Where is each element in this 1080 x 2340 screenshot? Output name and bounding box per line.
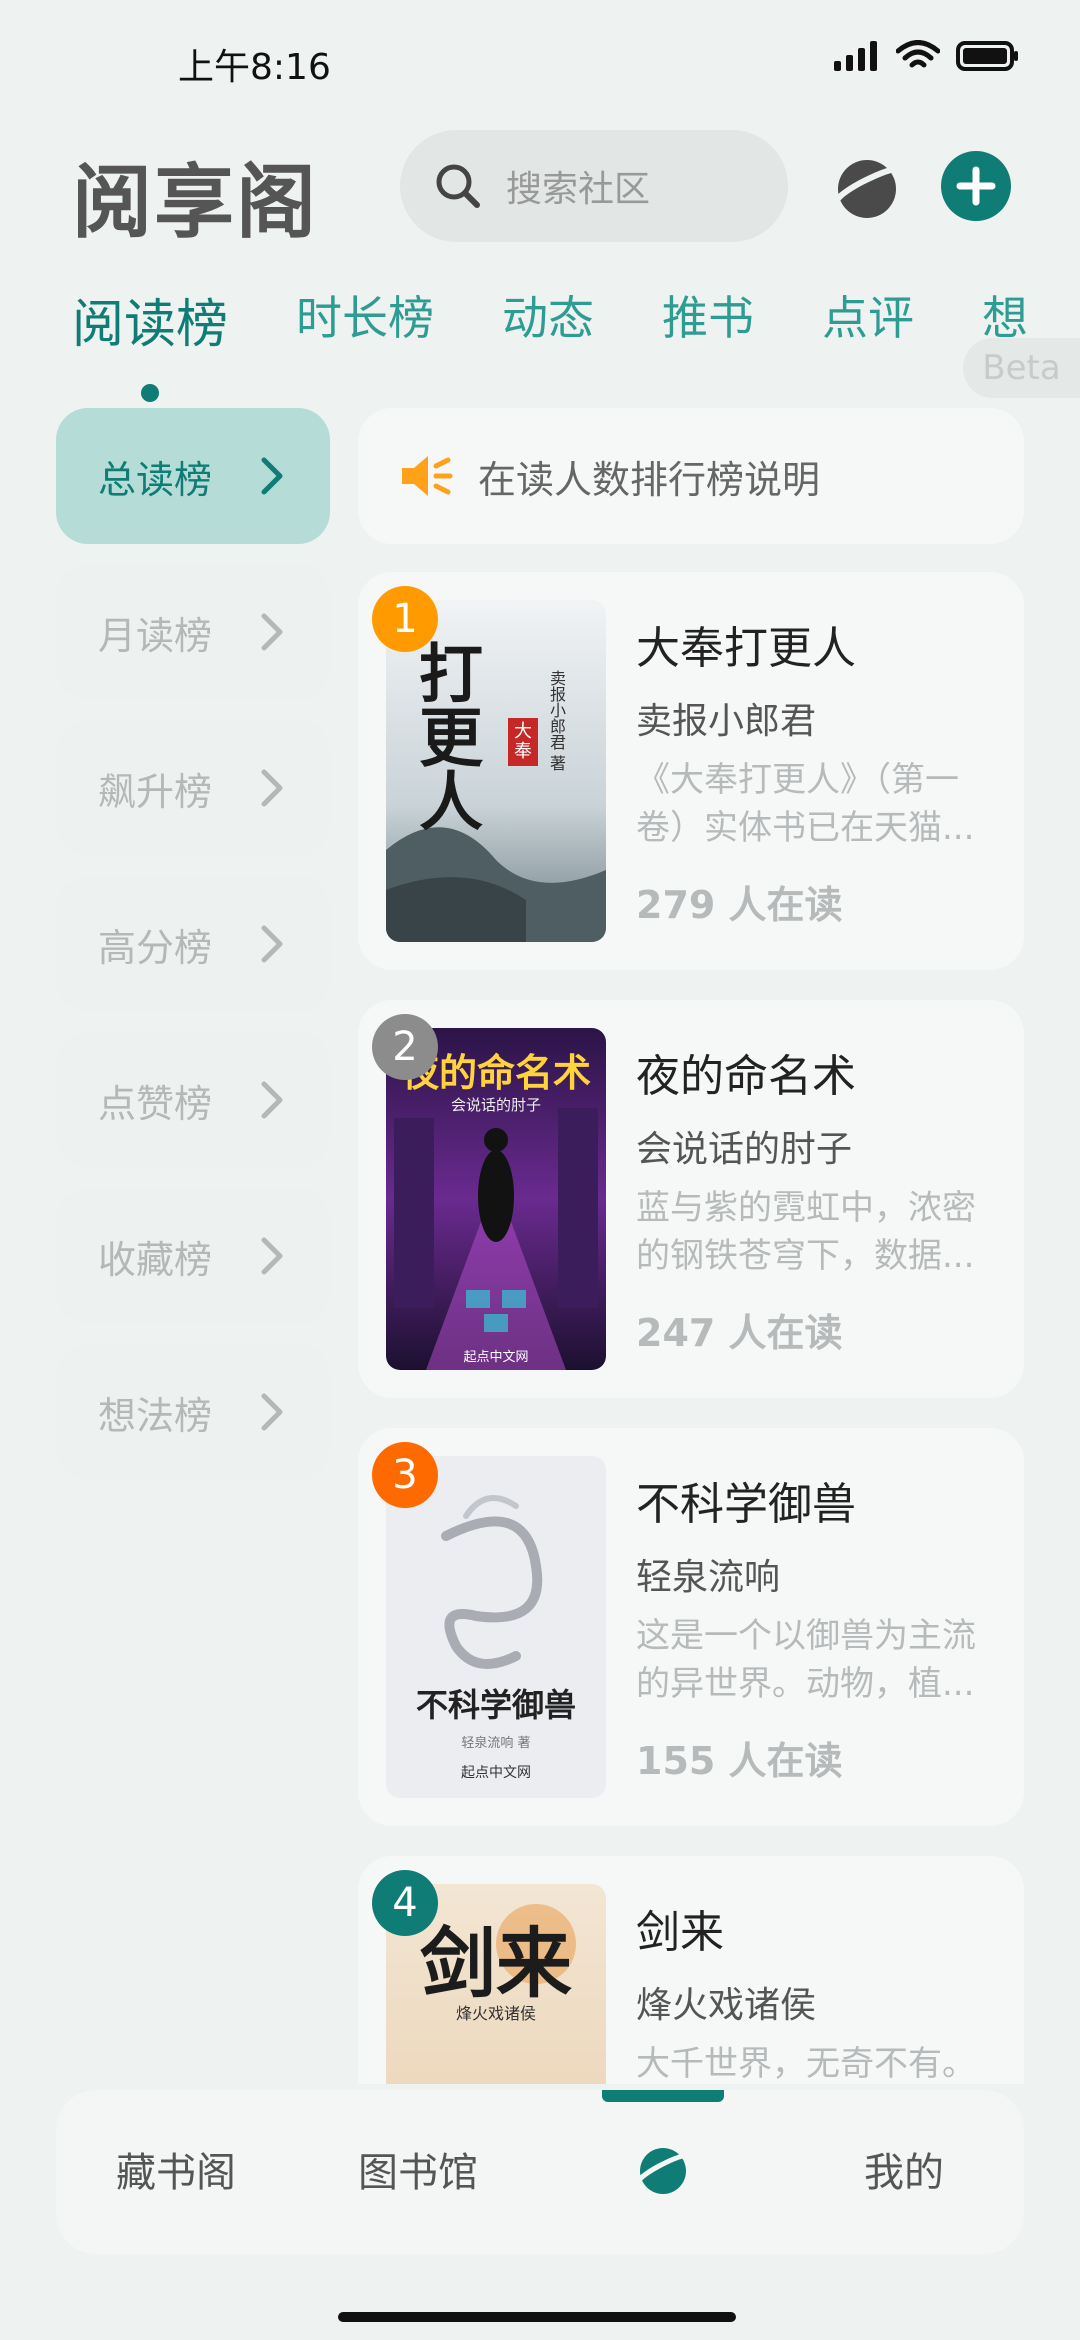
category-monthly[interactable]: 月读榜 xyxy=(56,564,330,700)
notice-text: 在读人数排行榜说明 xyxy=(478,457,821,502)
book-cover[interactable]: 夜的命名术 会说话的肘子 起点中文网 xyxy=(386,1028,606,1370)
category-likes[interactable]: 点赞榜 xyxy=(56,1032,330,1168)
chevron-right-icon xyxy=(261,1237,283,1275)
tab-recommend[interactable]: 推书 xyxy=(662,282,754,362)
reader-count: 247 人在读 xyxy=(636,1311,843,1355)
tab-review[interactable]: 点评 xyxy=(822,282,914,362)
book-author: 轻泉流响 xyxy=(636,1557,781,1598)
cover-author: 烽火戏诸侯 xyxy=(455,2004,536,2023)
signal-icon xyxy=(834,41,877,71)
cover-author: 会说话的肘子 xyxy=(450,1096,541,1114)
nav-mine[interactable]: 我的 xyxy=(864,2140,944,2198)
cover-publisher: 起点中文网 xyxy=(461,1765,531,1781)
nav-bookshelf[interactable]: 藏书阁 xyxy=(116,2140,236,2198)
nav-community[interactable] xyxy=(632,2140,694,2202)
book-description: 蓝与紫的霓虹中，浓密的钢铁苍穹下，数据... xyxy=(636,1188,976,1276)
book-card[interactable]: 不科学御兽 轻泉流响 著 起点中文网 3 不科学御兽 轻泉流响 这是一个以御兽为… xyxy=(358,1428,1024,1826)
chevron-right-icon xyxy=(261,457,283,495)
category-label: 总读榜 xyxy=(98,457,213,502)
category-label: 飙升榜 xyxy=(98,769,213,814)
category-label: 高分榜 xyxy=(98,925,213,970)
book-cover[interactable]: 打更人 大奉 卖报小郎君 著 xyxy=(386,600,606,942)
book-card[interactable]: 打更人 大奉 卖报小郎君 著 1 大奉打更人 卖报小郎君 《大奉打更人》（第一卷… xyxy=(358,572,1024,970)
add-button[interactable] xyxy=(941,151,1011,221)
tab-duration-rank[interactable]: 时长榜 xyxy=(296,282,434,362)
book-list[interactable]: 打更人 大奉 卖报小郎君 著 1 大奉打更人 卖报小郎君 《大奉打更人》（第一卷… xyxy=(358,572,1024,2084)
book-description: 《大奉打更人》（第一卷）实体书已在天猫... xyxy=(636,760,975,848)
app-title: 阅享阁 xyxy=(72,156,318,249)
planet-icon[interactable] xyxy=(828,150,906,228)
ranking-notice[interactable]: 在读人数排行榜说明 xyxy=(358,408,1024,544)
cover-subtitle: 大奉 xyxy=(508,718,538,766)
search-icon xyxy=(436,164,480,208)
category-label: 想法榜 xyxy=(98,1393,213,1438)
book-title: 剑来 xyxy=(636,1907,724,1958)
category-label: 收藏榜 xyxy=(98,1237,213,1282)
rank-badge: 3 xyxy=(372,1442,438,1508)
battery-icon xyxy=(956,41,1018,71)
rank-badge: 2 xyxy=(372,1014,438,1080)
cover-publisher: 起点中文网 xyxy=(463,1350,529,1365)
rank-badge: 4 xyxy=(372,1870,438,1936)
book-title: 不科学御兽 xyxy=(636,1479,856,1530)
tab-activity[interactable]: 动态 xyxy=(502,282,594,362)
status-time: 上午8:16 xyxy=(178,47,331,88)
book-author: 会说话的肘子 xyxy=(636,1129,853,1170)
cover-author: 卖报小郎君 著 xyxy=(547,670,566,772)
wifi-icon xyxy=(896,40,940,68)
plus-icon xyxy=(956,166,996,206)
search-placeholder: 搜索社区 xyxy=(506,169,651,210)
chevron-right-icon xyxy=(261,613,283,651)
planet-icon xyxy=(633,2148,693,2194)
category-label: 点赞榜 xyxy=(98,1081,213,1126)
chevron-right-icon xyxy=(261,1081,283,1119)
book-card[interactable]: 夜的命名术 会说话的肘子 起点中文网 2 夜的命名术 会说话的肘子 蓝与紫的霓虹… xyxy=(358,1000,1024,1398)
beta-badge: Beta xyxy=(963,338,1080,398)
chevron-right-icon xyxy=(261,925,283,963)
nav-library[interactable]: 图书馆 xyxy=(358,2140,478,2198)
book-author: 烽火戏诸侯 xyxy=(636,1985,817,2026)
book-title: 大奉打更人 xyxy=(636,623,856,674)
reader-count: 279 人在读 xyxy=(636,883,843,927)
category-rising[interactable]: 飙升榜 xyxy=(56,720,330,856)
category-high-score[interactable]: 高分榜 xyxy=(56,876,330,1012)
category-label: 月读榜 xyxy=(98,613,213,658)
search-bar[interactable]: 搜索社区 xyxy=(400,130,788,242)
home-indicator[interactable] xyxy=(338,2312,736,2322)
tab-reading-rank[interactable]: 阅读榜 xyxy=(72,282,228,362)
book-author: 卖报小郎君 xyxy=(636,701,817,742)
book-title: 夜的命名术 xyxy=(636,1051,856,1102)
chevron-right-icon xyxy=(261,769,283,807)
cover-title: 打更人 xyxy=(408,640,482,832)
category-ideas[interactable]: 想法榜 xyxy=(56,1344,330,1480)
book-cover[interactable]: 不科学御兽 轻泉流响 著 起点中文网 xyxy=(386,1456,606,1798)
tab-bar: 阅读榜 时长榜 动态 推书 点评 想 xyxy=(72,282,1080,362)
chevron-right-icon xyxy=(261,1393,283,1431)
bottom-navigation: 藏书阁 图书馆 我的 xyxy=(56,2090,1024,2254)
book-description: 这是一个以御兽为主流的异世界。动物，植... xyxy=(636,1616,976,1704)
rank-badge: 1 xyxy=(372,586,438,652)
category-total[interactable]: 总读榜 xyxy=(56,408,330,544)
status-icons xyxy=(834,40,1020,72)
cover-author: 轻泉流响 著 xyxy=(461,1736,531,1751)
book-card[interactable]: 剑来 烽火戏诸侯 4 剑来 烽火戏诸侯 大千世界，无奇不有。 xyxy=(358,1856,1024,2084)
reader-count: 155 人在读 xyxy=(636,1739,843,1783)
category-favorites[interactable]: 收藏榜 xyxy=(56,1188,330,1324)
speaker-icon xyxy=(402,456,453,496)
nav-active-indicator xyxy=(602,2090,724,2102)
book-description: 大千世界，无奇不有。 xyxy=(636,2044,976,2084)
cover-title: 不科学御兽 xyxy=(415,1686,576,1724)
